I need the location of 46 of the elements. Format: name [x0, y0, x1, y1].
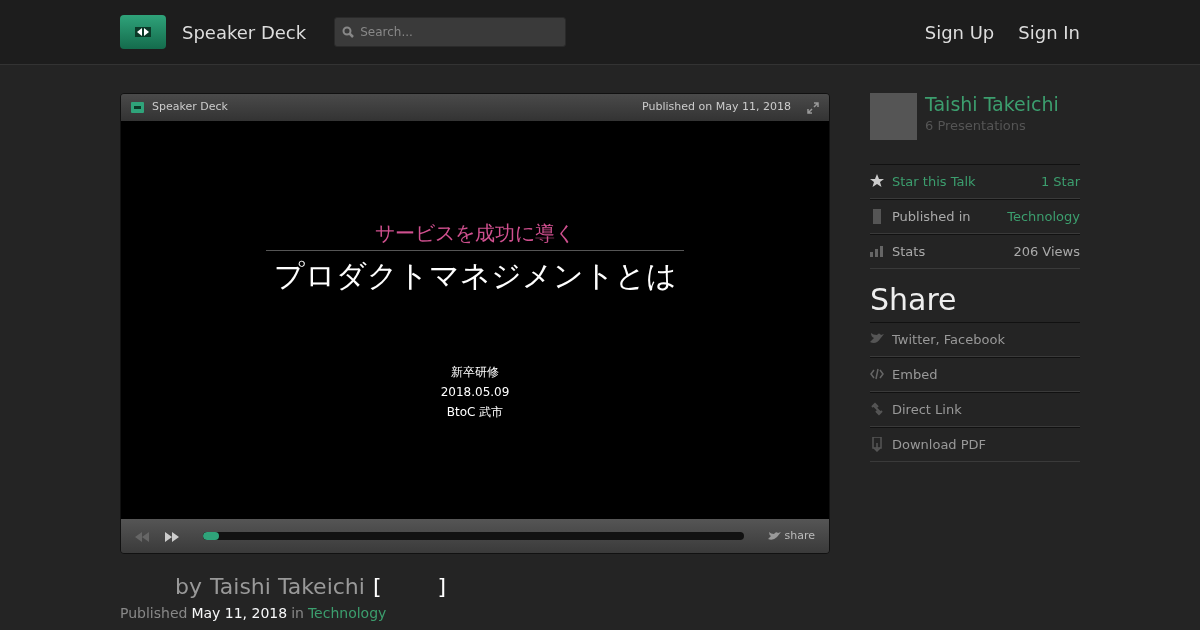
- slide-text: BtoC 武市: [446, 404, 504, 421]
- code-icon: [870, 367, 884, 382]
- arrows-icon: [135, 27, 151, 37]
- slide-subtitle: サービスを成功に導く: [266, 218, 684, 251]
- in-label: in: [291, 604, 304, 623]
- bracket-text: ]: [437, 573, 447, 601]
- stat-label: Published in: [892, 207, 971, 226]
- download-icon: [870, 437, 884, 452]
- nav-link[interactable]: Sign In: [1018, 18, 1080, 46]
- expand-icon: [807, 101, 819, 114]
- share-heading: Share: [870, 281, 958, 319]
- progress-track[interactable]: [203, 532, 744, 540]
- publish-date: May 11, 2018: [191, 604, 288, 623]
- stat-value: 206 Views: [1013, 242, 1080, 261]
- search-icon: [342, 26, 355, 38]
- share-link[interactable]: share: [767, 527, 815, 545]
- stat-value[interactable]: Technology: [1007, 206, 1080, 227]
- nav-link[interactable]: Sign Up: [924, 18, 995, 46]
- category-link[interactable]: Technology: [307, 603, 387, 624]
- avatar-photo: [870, 93, 917, 140]
- star-link[interactable]: Star this Talk: [892, 171, 976, 192]
- bracket-text: [: [372, 573, 382, 601]
- slide-text: 2018.05.09: [440, 384, 510, 401]
- stat-value: 1 Star: [1040, 172, 1080, 191]
- logo-icon: [131, 102, 144, 113]
- author-link[interactable]: Taishi Takeichi: [210, 570, 365, 603]
- author-link[interactable]: Taishi Takeichi: [925, 93, 1059, 116]
- bird-icon: [767, 531, 781, 541]
- forward-icon: [165, 531, 179, 542]
- publish-date: Published on May 11, 2018: [642, 99, 791, 116]
- share-link[interactable]: Twitter, Facebook: [892, 329, 1005, 350]
- bar-chart-icon: [870, 244, 884, 259]
- rewind-icon: [135, 531, 149, 542]
- stat-label: Stats: [892, 242, 926, 261]
- published-label: Published: [120, 604, 188, 623]
- by-label: by: [175, 573, 202, 601]
- logo-icon[interactable]: [120, 15, 166, 49]
- slide-text: 新卒研修: [451, 364, 499, 381]
- share-link[interactable]: Embed: [892, 364, 938, 385]
- star-icon: [870, 174, 884, 189]
- share-link[interactable]: Download PDF: [892, 434, 987, 455]
- player-brand: Speaker Deck: [152, 99, 228, 116]
- search-field[interactable]: Search...: [334, 17, 567, 47]
- slide-title: プロダクトマネジメントとは: [273, 257, 677, 295]
- share-link[interactable]: Direct Link: [892, 399, 962, 420]
- brand-link[interactable]: Speaker Deck: [182, 18, 307, 46]
